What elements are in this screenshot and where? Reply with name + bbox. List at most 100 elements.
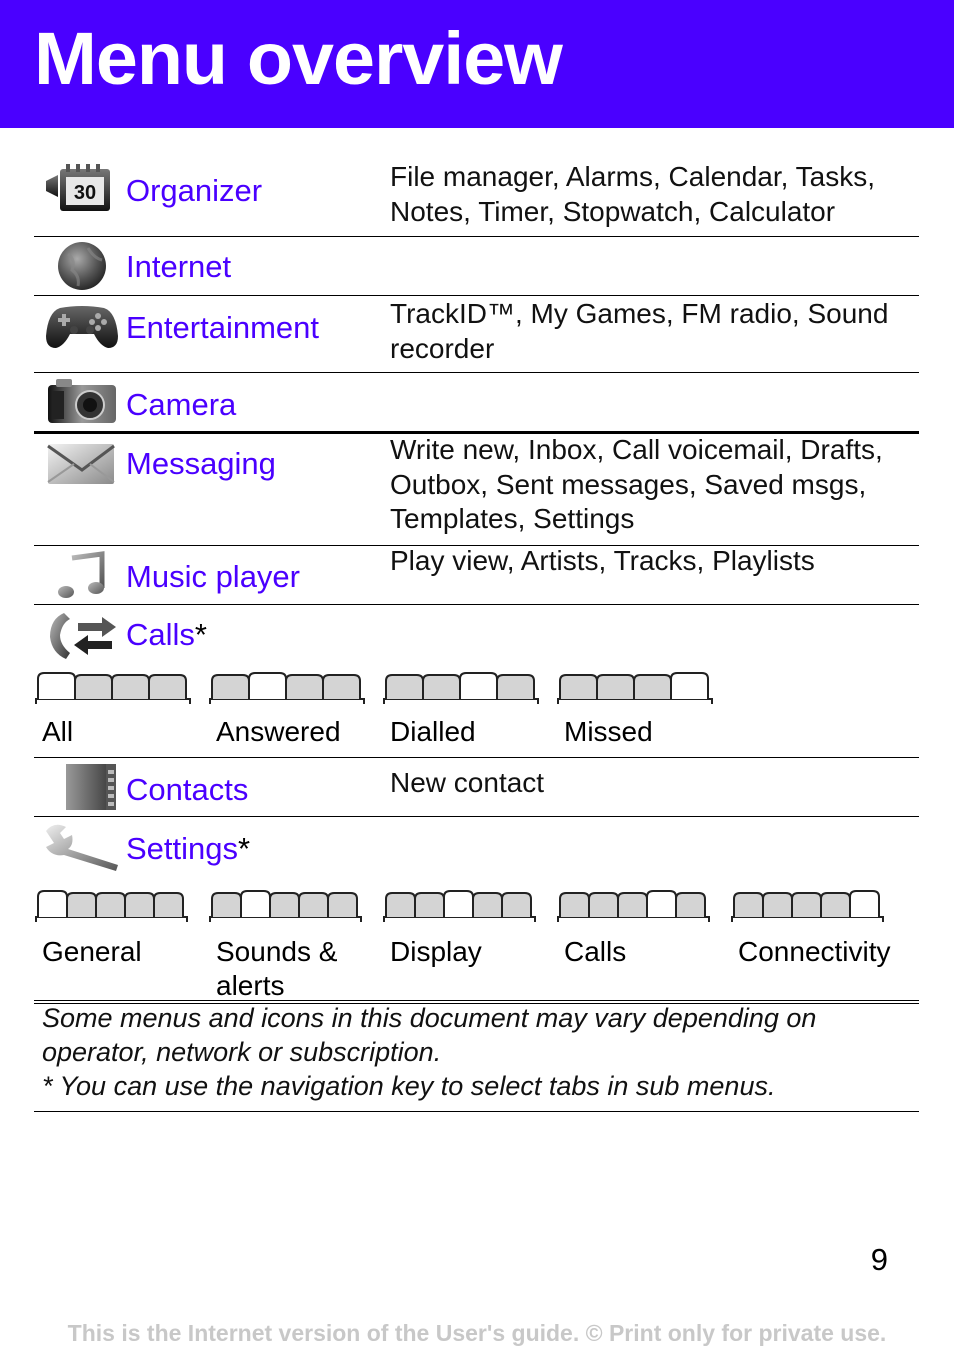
menu-label-entertainment[interactable]: Entertainment [126, 310, 319, 346]
footer-disclaimer: This is the Internet version of the User… [67, 1320, 887, 1346]
menu-row-organizer: 30 Organizer File manager, Alarms, Calen… [34, 155, 919, 237]
inactive-tab-shape [588, 892, 619, 917]
inactive-tab-shape [762, 892, 793, 917]
active-tab-shape [248, 672, 287, 699]
inactive-tab-shape [211, 674, 250, 699]
globe-icon [44, 240, 120, 292]
inactive-tab-shape [327, 892, 358, 917]
active-tab-shape [849, 890, 880, 917]
menu-label-settings[interactable]: Settings* [126, 831, 250, 867]
calls-label-text: Calls [126, 617, 195, 652]
menu-row-settings: Settings* General Sounds & alerts Display C… [34, 817, 919, 1004]
active-tab-shape [240, 890, 271, 917]
tab-all[interactable]: All [34, 671, 192, 747]
inactive-tab-shape [820, 892, 851, 917]
inactive-tab-shape [559, 674, 598, 699]
active-tab-shape [670, 672, 709, 699]
tab-strip-icon [35, 672, 191, 704]
settings-label-text: Settings [126, 831, 239, 866]
phone-arrows-icon [44, 609, 120, 661]
wrench-icon [38, 819, 122, 871]
gamepad-icon [44, 300, 120, 352]
menu-label-messaging[interactable]: Messaging [126, 446, 276, 482]
tab-answered[interactable]: Answered [208, 671, 366, 747]
menu-row-entertainment: Entertainment TrackID™, My Games, FM rad… [34, 296, 919, 373]
tab-dialled[interactable]: Dialled [382, 671, 540, 747]
tab-missed[interactable]: Missed [556, 671, 714, 747]
menu-desc-contacts: New contact [390, 767, 545, 798]
tab-label: Calls [564, 936, 627, 967]
menu-label-contacts[interactable]: Contacts [126, 772, 248, 808]
tab-strip-icon [383, 890, 536, 922]
active-tab-shape [443, 890, 474, 917]
page-title: Menu overview [34, 17, 563, 100]
footnote-variation: Some menus and icons in this document ma… [42, 1003, 817, 1067]
tab-general[interactable]: General [34, 889, 189, 967]
inactive-tab-shape [733, 892, 764, 917]
tab-strip-icon [557, 672, 713, 704]
calendar-organizer-icon: 30 [44, 161, 120, 213]
inactive-tab-shape [414, 892, 445, 917]
inactive-tab-shape [385, 674, 424, 699]
menu-desc-messaging: Write new, Inbox, Call voicemail, Drafts… [390, 434, 883, 534]
menu-label-calls[interactable]: Calls* [126, 617, 207, 653]
active-tab-shape [37, 672, 76, 699]
inactive-tab-shape [211, 892, 242, 917]
tab-label: Connectivity [738, 936, 891, 967]
asterisk: * [238, 831, 251, 866]
inactive-tab-shape [148, 674, 187, 699]
tab-sounds-alerts[interactable]: Sounds & alerts [208, 889, 363, 1001]
inactive-tab-shape [596, 674, 635, 699]
tab-strip-icon [557, 890, 710, 922]
music-note-icon [44, 550, 120, 602]
tab-label: Sounds & alerts [216, 936, 338, 1001]
menu-label-music-player[interactable]: Music player [126, 559, 300, 595]
inactive-tab-shape [269, 892, 300, 917]
menu-row-contacts: Contacts New contact [34, 758, 919, 817]
contacts-book-icon [44, 762, 120, 814]
envelope-icon [44, 438, 120, 490]
tab-label: All [42, 716, 74, 747]
tab-strip-icon [209, 890, 362, 922]
menu-row-internet: Internet [34, 237, 919, 296]
menu-desc-organizer: File manager, Alarms, Calendar, Tasks, N… [390, 161, 876, 227]
inactive-tab-shape [633, 674, 672, 699]
tab-calls[interactable]: Calls [556, 889, 711, 967]
inactive-tab-shape [422, 674, 461, 699]
inactive-tab-shape [791, 892, 822, 917]
inactive-tab-shape [385, 892, 416, 917]
inactive-tab-shape [124, 892, 155, 917]
menu-row-messaging: Messaging Write new, Inbox, Call voicema… [34, 434, 919, 546]
tab-connectivity[interactable]: Connectivity [730, 889, 891, 967]
calls-tabs: All Answered Dialled Missed [34, 671, 919, 751]
tab-strip-icon [731, 890, 884, 922]
menu-label-camera[interactable]: Camera [126, 387, 236, 423]
inactive-tab-shape [675, 892, 706, 917]
inactive-tab-shape [322, 674, 361, 699]
menu-label-organizer[interactable]: Organizer [126, 173, 262, 209]
inactive-tab-shape [285, 674, 324, 699]
tab-strip-icon [383, 672, 539, 704]
menu-row-calls: Calls* All Answered Dialled Missed [34, 605, 919, 758]
menu-row-camera: Camera [34, 373, 919, 434]
inactive-tab-shape [501, 892, 532, 917]
menu-label-internet[interactable]: Internet [126, 249, 231, 285]
inactive-tab-shape [496, 674, 535, 699]
active-tab-shape [459, 672, 498, 699]
footnote-navigation: * You can use the navigation key to sele… [42, 1071, 776, 1101]
page-number: 9 [870, 1242, 888, 1277]
tab-label: Answered [216, 716, 341, 747]
inactive-tab-shape [66, 892, 97, 917]
inactive-tab-shape [472, 892, 503, 917]
inactive-tab-shape [617, 892, 648, 917]
active-tab-shape [37, 890, 68, 917]
inactive-tab-shape [559, 892, 590, 917]
footnote-box: Some menus and icons in this document ma… [34, 1000, 919, 1112]
tab-display[interactable]: Display [382, 889, 537, 967]
settings-tabs: General Sounds & alerts Display Calls Connec… [34, 889, 919, 1001]
tab-label: Display [390, 936, 482, 967]
menu-row-music-player: Music player Play view, Artists, Tracks,… [34, 545, 919, 605]
menu-table: 30 Organizer File manager, Alarms, Calen… [34, 155, 919, 1004]
inactive-tab-shape [111, 674, 150, 699]
inactive-tab-shape [74, 674, 113, 699]
